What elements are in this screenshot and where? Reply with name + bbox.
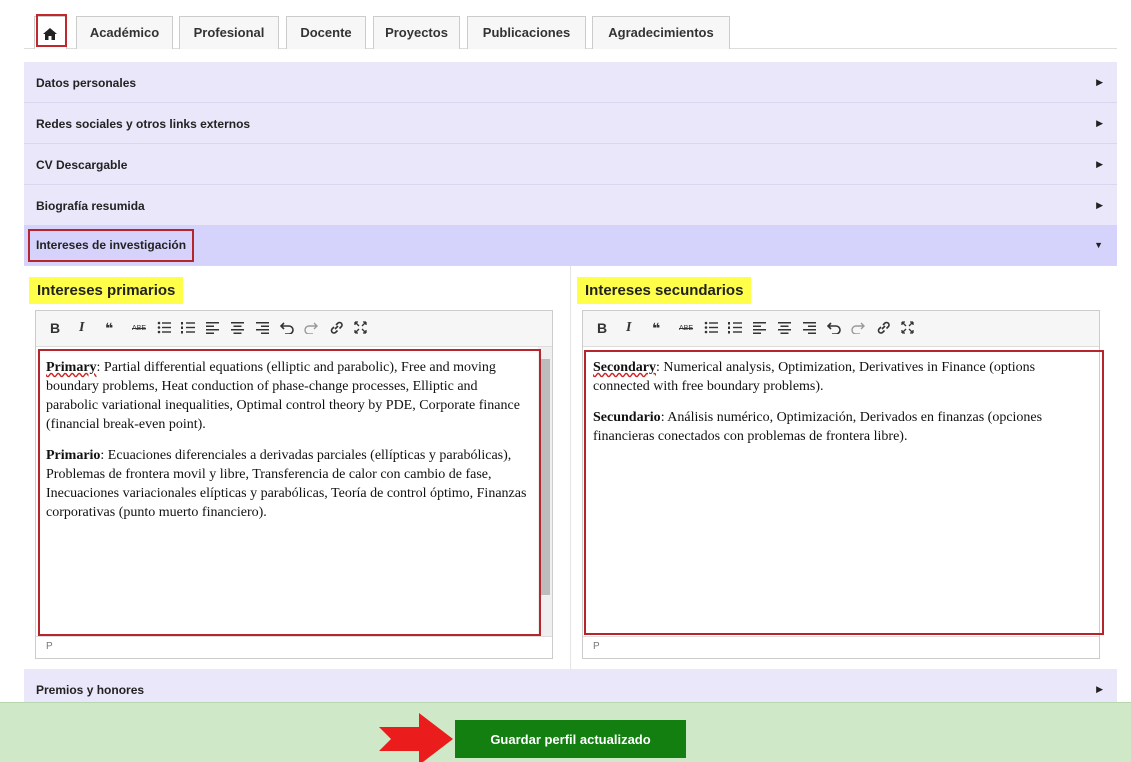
quote-button[interactable]: ❝ [105, 320, 113, 337]
tab-profesional[interactable]: Profesional [179, 16, 279, 49]
secondary-title: Intereses secundarios [577, 277, 752, 304]
caret-right-icon: ▶ [1096, 684, 1103, 694]
section-label: Datos personales [36, 76, 137, 90]
save-bar: Guardar perfil actualizado [0, 702, 1131, 762]
scroll-thumb[interactable] [540, 359, 550, 595]
tab-publicaciones[interactable]: Publicaciones [467, 16, 586, 49]
fullscreen-icon[interactable] [354, 321, 367, 334]
align-center-icon[interactable] [231, 321, 244, 334]
section-intereses-investigacion[interactable]: Intereses de investigación ▼ [24, 225, 1117, 266]
arrow-pointer-icon [379, 713, 453, 762]
caret-down-icon: ▼ [1094, 240, 1103, 250]
italic-button[interactable]: I [626, 320, 631, 336]
primary-title: Intereses primarios [29, 277, 184, 304]
undo-icon[interactable] [827, 321, 841, 334]
secondary-statusbar: P [583, 636, 1099, 658]
section-label: Premios y honores [36, 683, 145, 697]
primary-statusbar: P [36, 636, 552, 658]
section-label: Biografía resumida [36, 199, 145, 213]
link-icon[interactable] [876, 320, 891, 335]
align-right-icon[interactable] [256, 321, 269, 334]
section-cv-descargable[interactable]: CV Descargable ▶ [24, 144, 1117, 185]
secondary-content-highlight [584, 350, 1104, 635]
align-left-icon[interactable] [753, 321, 766, 334]
caret-right-icon: ▶ [1096, 118, 1103, 128]
tab-docente[interactable]: Docente [286, 16, 366, 49]
align-right-icon[interactable] [803, 321, 816, 334]
strikethrough-button[interactable]: ABE [679, 325, 693, 332]
section-redes-sociales[interactable]: Redes sociales y otros links externos ▶ [24, 103, 1117, 144]
section-label: CV Descargable [36, 158, 128, 172]
undo-icon[interactable] [280, 321, 294, 334]
strikethrough-button[interactable]: ABE [132, 325, 146, 332]
fullscreen-icon[interactable] [901, 321, 914, 334]
editor-toolbar: B I ❝ ABE [583, 311, 1099, 347]
tab-agradecimientos[interactable]: Agradecimientos [592, 16, 730, 49]
quote-button[interactable]: ❝ [652, 320, 660, 337]
section-label: Intereses de investigación [28, 229, 195, 262]
align-left-icon[interactable] [206, 321, 219, 334]
italic-button[interactable]: I [79, 320, 84, 336]
numbered-list-icon[interactable] [728, 321, 742, 334]
link-icon[interactable] [329, 320, 344, 335]
home-tab-highlight [36, 14, 67, 47]
column-divider [570, 266, 571, 669]
editor-toolbar: B I ❝ ABE [36, 311, 552, 347]
section-datos-personales[interactable]: Datos personales ▶ [24, 62, 1117, 103]
redo-icon[interactable] [304, 321, 318, 334]
bullet-list-icon[interactable] [704, 321, 718, 334]
align-center-icon[interactable] [778, 321, 791, 334]
tab-proyectos[interactable]: Proyectos [373, 16, 460, 49]
tab-bar: Académico Profesional Docente Proyectos … [24, 14, 1117, 49]
primary-content-highlight [38, 349, 541, 636]
caret-right-icon: ▶ [1096, 200, 1103, 210]
intereses-panel: Intereses primarios B I ❝ ABE Primary: P… [24, 266, 1117, 669]
bullet-list-icon[interactable] [157, 321, 171, 334]
section-biografia[interactable]: Biografía resumida ▶ [24, 185, 1117, 226]
bold-button[interactable]: B [597, 320, 607, 336]
caret-right-icon: ▶ [1096, 159, 1103, 169]
section-label: Redes sociales y otros links externos [36, 117, 251, 131]
caret-right-icon: ▶ [1096, 77, 1103, 87]
bold-button[interactable]: B [50, 320, 60, 336]
numbered-list-icon[interactable] [181, 321, 195, 334]
save-profile-button[interactable]: Guardar perfil actualizado [455, 720, 686, 758]
tab-academico[interactable]: Académico [76, 16, 173, 49]
redo-icon[interactable] [851, 321, 865, 334]
